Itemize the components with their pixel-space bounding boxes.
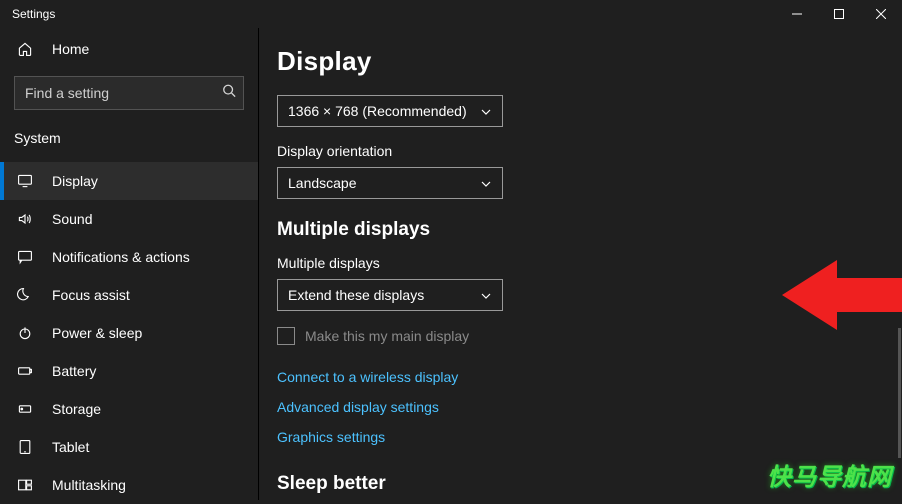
monitor-icon bbox=[16, 172, 34, 190]
nav-list: Display Sound Notifications & actions Fo… bbox=[0, 162, 258, 504]
nav-item-multitasking[interactable]: Multitasking bbox=[0, 466, 258, 504]
nav-label: Display bbox=[52, 173, 98, 189]
window-title: Settings bbox=[12, 7, 55, 21]
storage-icon bbox=[16, 400, 34, 418]
scrollbar-thumb[interactable] bbox=[898, 328, 901, 458]
content-pane: Display 1366 × 768 (Recommended) Display… bbox=[259, 28, 902, 500]
main-display-checkbox[interactable] bbox=[277, 327, 295, 345]
nav-item-focus-assist[interactable]: Focus assist bbox=[0, 276, 258, 314]
link-advanced-display[interactable]: Advanced display settings bbox=[277, 399, 902, 415]
main-display-checkbox-row: Make this my main display bbox=[277, 327, 902, 345]
nav-label: Sound bbox=[52, 211, 92, 227]
moon-icon bbox=[16, 286, 34, 304]
orientation-value: Landscape bbox=[288, 175, 357, 191]
sidebar: Home System Display Sound Notifications … bbox=[0, 28, 259, 500]
nav-label: Battery bbox=[52, 363, 96, 379]
chevron-down-icon bbox=[480, 289, 492, 301]
titlebar: Settings bbox=[0, 0, 902, 28]
nav-label: Tablet bbox=[52, 439, 89, 455]
nav-item-tablet[interactable]: Tablet bbox=[0, 428, 258, 466]
battery-icon bbox=[16, 362, 34, 380]
chevron-down-icon bbox=[480, 105, 492, 117]
window-controls bbox=[776, 0, 902, 28]
close-button[interactable] bbox=[860, 0, 902, 28]
home-icon bbox=[16, 40, 34, 58]
multiple-displays-label: Multiple displays bbox=[277, 255, 902, 271]
maximize-button[interactable] bbox=[818, 0, 860, 28]
nav-item-notifications[interactable]: Notifications & actions bbox=[0, 238, 258, 276]
sound-icon bbox=[16, 210, 34, 228]
multiple-displays-heading: Multiple displays bbox=[277, 219, 902, 241]
search-container bbox=[14, 76, 244, 110]
home-button[interactable]: Home bbox=[0, 28, 258, 70]
nav-label: Power & sleep bbox=[52, 325, 142, 341]
nav-label: Notifications & actions bbox=[52, 249, 190, 265]
power-icon bbox=[16, 324, 34, 342]
multiple-displays-select[interactable]: Extend these displays bbox=[277, 279, 503, 311]
nav-label: Focus assist bbox=[52, 287, 130, 303]
resolution-select[interactable]: 1366 × 768 (Recommended) bbox=[277, 95, 503, 127]
nav-item-power-sleep[interactable]: Power & sleep bbox=[0, 314, 258, 352]
nav-item-battery[interactable]: Battery bbox=[0, 352, 258, 390]
home-label: Home bbox=[52, 41, 89, 57]
page-title: Display bbox=[277, 46, 902, 77]
search-input[interactable] bbox=[14, 76, 244, 110]
multiple-displays-value: Extend these displays bbox=[288, 287, 424, 303]
resolution-value: 1366 × 768 (Recommended) bbox=[288, 103, 467, 119]
nav-item-sound[interactable]: Sound bbox=[0, 200, 258, 238]
main-display-label: Make this my main display bbox=[305, 328, 469, 344]
message-icon bbox=[16, 248, 34, 266]
multitask-icon bbox=[16, 476, 34, 494]
nav-item-storage[interactable]: Storage bbox=[0, 390, 258, 428]
nav-label: Multitasking bbox=[52, 477, 126, 493]
nav-label: Storage bbox=[52, 401, 101, 417]
link-graphics-settings[interactable]: Graphics settings bbox=[277, 429, 902, 445]
tablet-icon bbox=[16, 438, 34, 456]
link-wireless-display[interactable]: Connect to a wireless display bbox=[277, 369, 902, 385]
orientation-select[interactable]: Landscape bbox=[277, 167, 503, 199]
chevron-down-icon bbox=[480, 177, 492, 189]
minimize-button[interactable] bbox=[776, 0, 818, 28]
orientation-label: Display orientation bbox=[277, 143, 902, 159]
search-icon bbox=[222, 84, 236, 103]
watermark: 快马导航网 bbox=[767, 457, 892, 492]
settings-category-header: System bbox=[0, 116, 258, 162]
nav-item-display[interactable]: Display bbox=[0, 162, 258, 200]
